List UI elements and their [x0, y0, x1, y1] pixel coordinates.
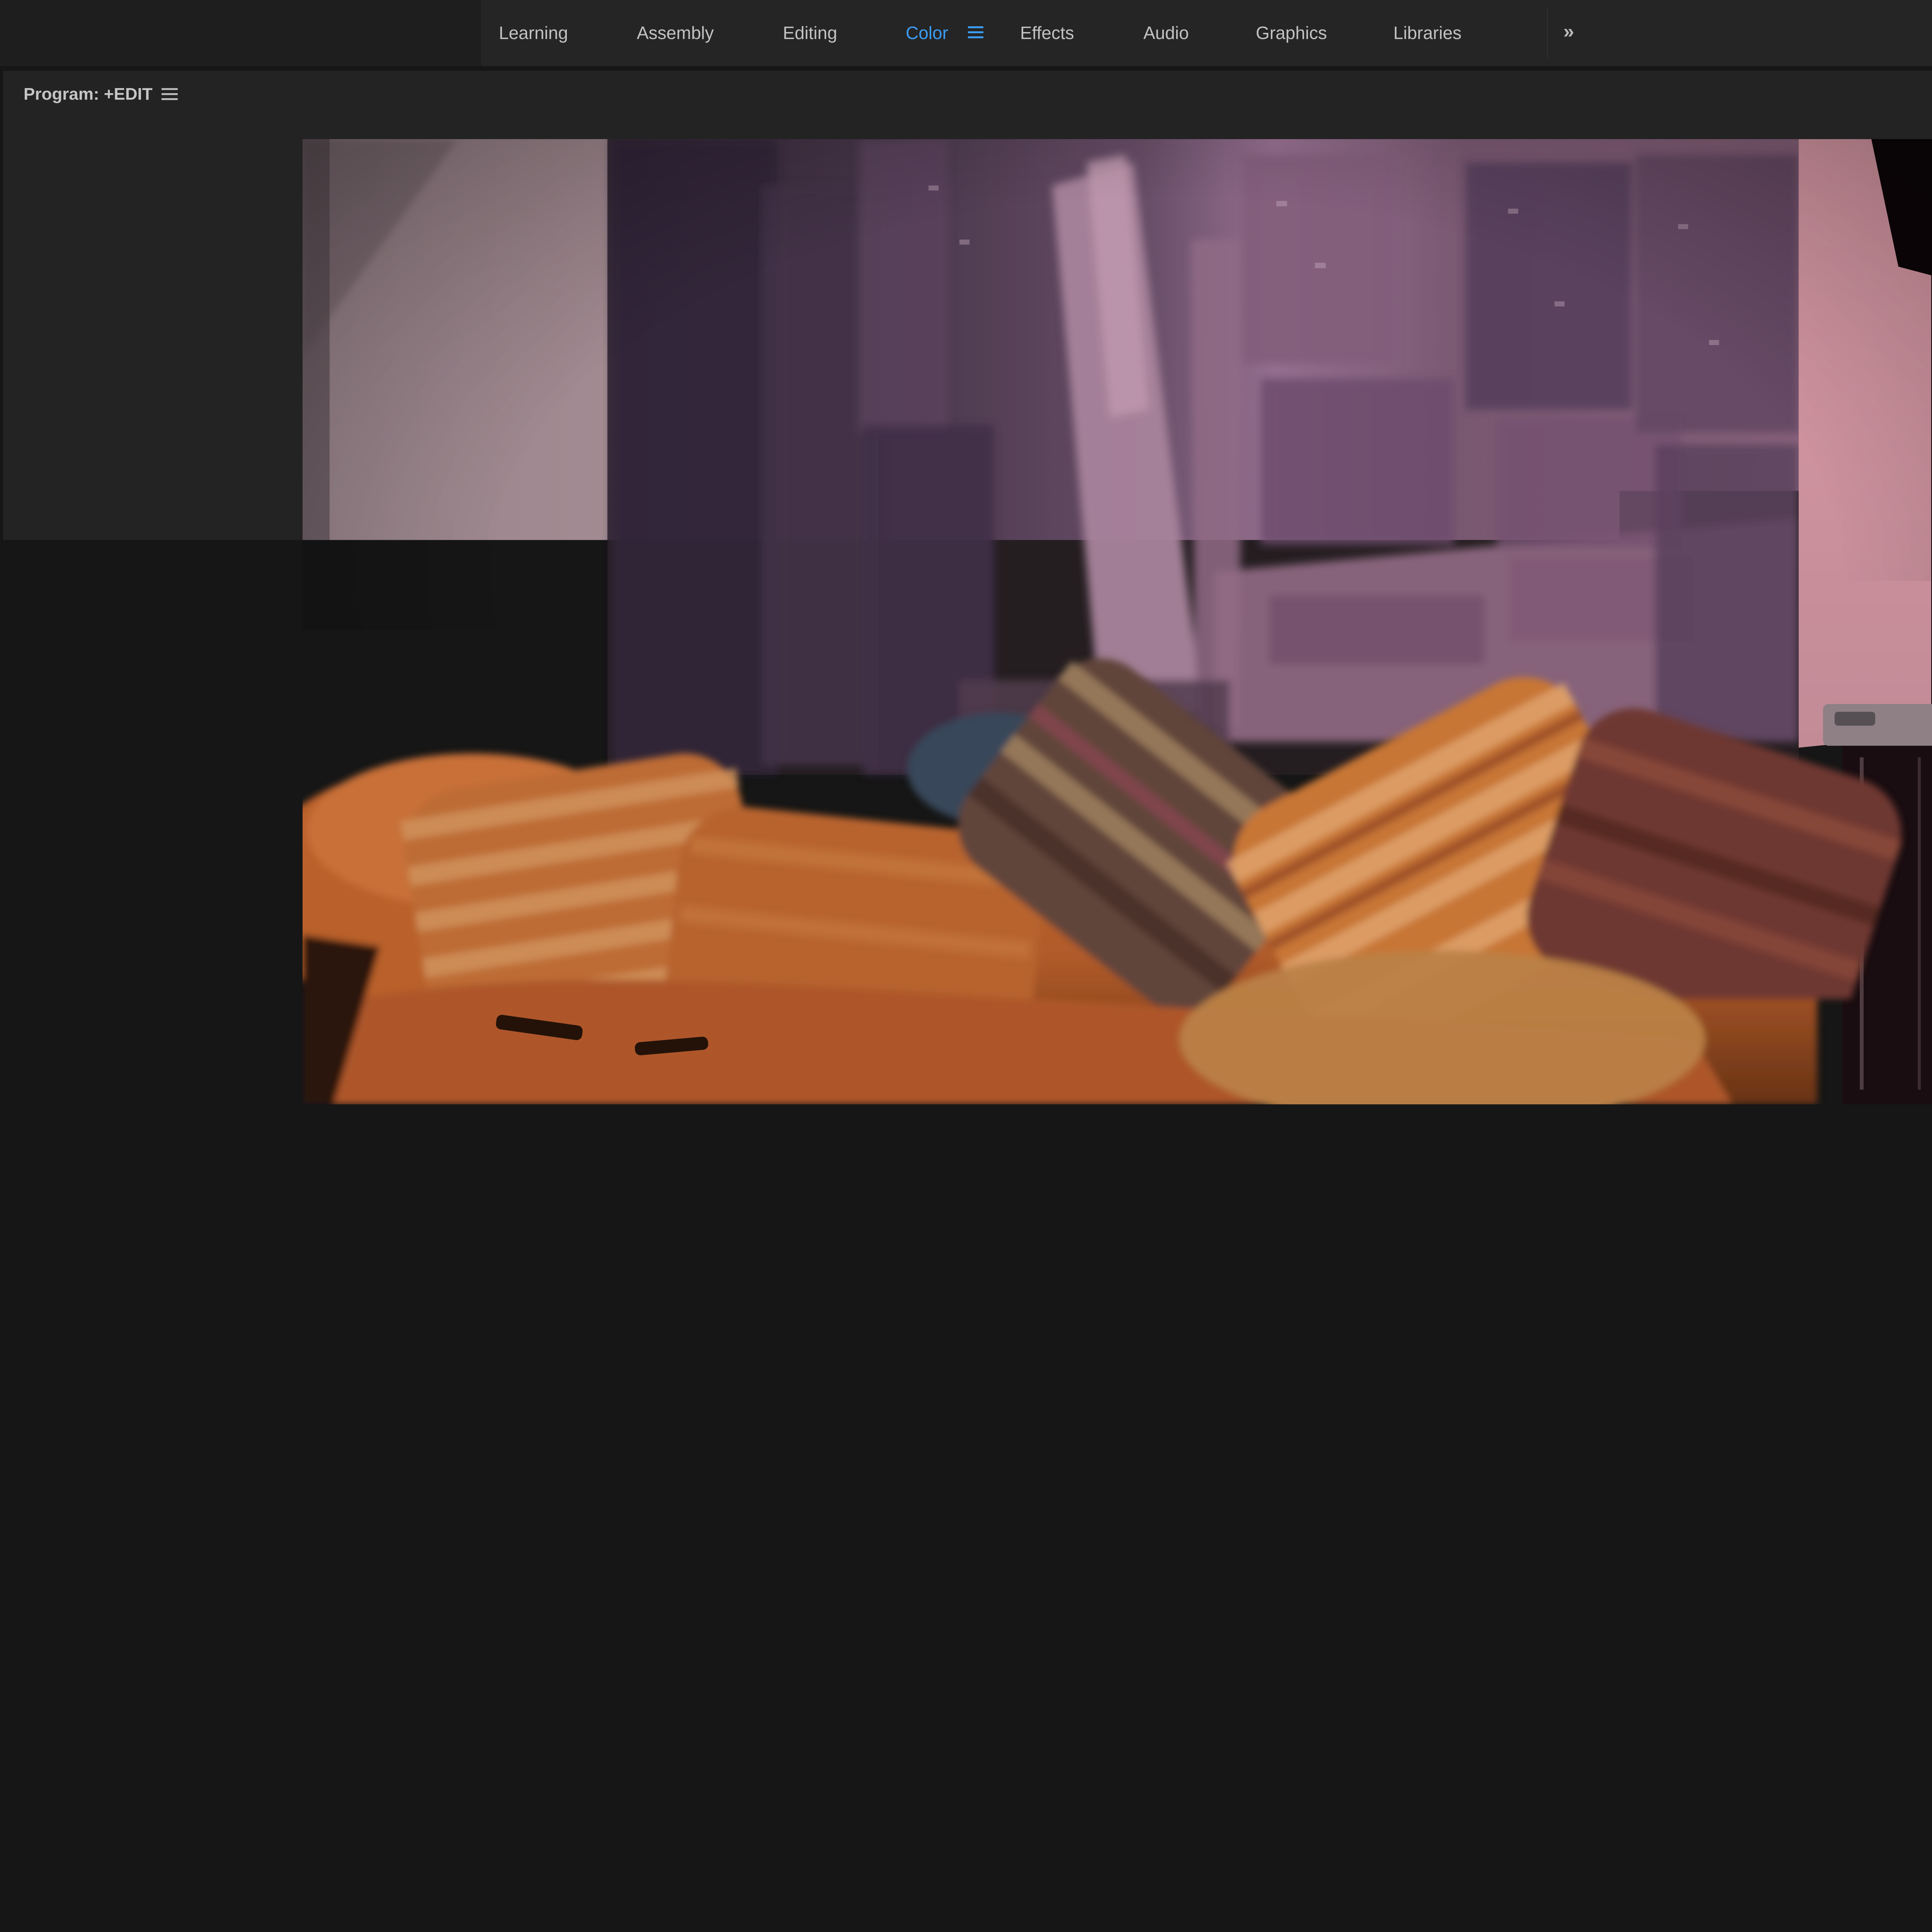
svg-text:}: }	[968, 1235, 978, 1259]
svg-text:{: {	[917, 1235, 926, 1259]
